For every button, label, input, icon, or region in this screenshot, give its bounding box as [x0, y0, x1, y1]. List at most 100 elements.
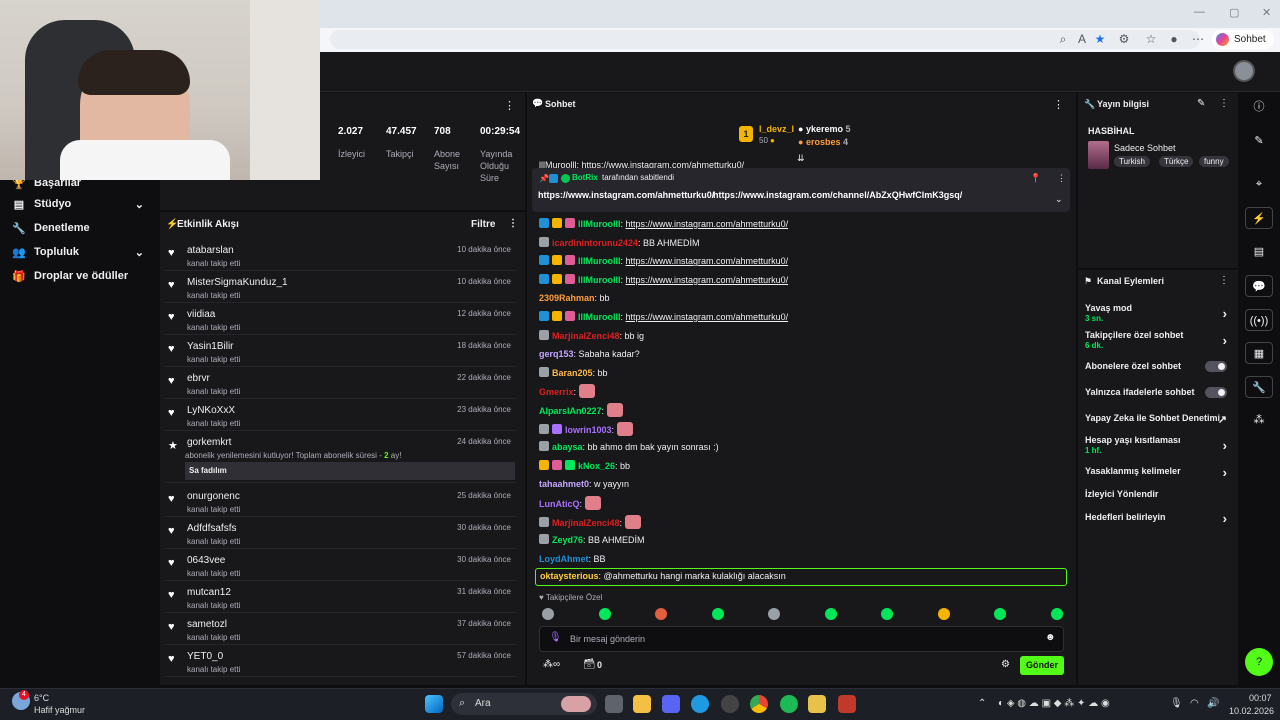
- chat-username[interactable]: tahaahmet0: [539, 479, 589, 489]
- community-icon[interactable]: ⁂: [1245, 409, 1273, 431]
- lightning-icon[interactable]: ⚡: [1245, 207, 1273, 229]
- edit-icon[interactable]: ✎: [1197, 98, 1205, 109]
- emote-icon[interactable]: [824, 608, 837, 620]
- chat-username[interactable]: LoydAhmet: [539, 554, 589, 564]
- chat-username[interactable]: lllMuroolll: [578, 275, 621, 285]
- chat-username[interactable]: Baran205: [552, 368, 593, 378]
- send-button[interactable]: Gönder: [1020, 656, 1064, 675]
- more-icon[interactable]: ⋮: [1053, 98, 1064, 111]
- activity-user[interactable]: 0643vee: [187, 555, 225, 566]
- file-explorer-icon[interactable]: [633, 695, 651, 713]
- wifi-icon[interactable]: ◠: [1190, 698, 1199, 709]
- chat-link[interactable]: https://www.instagram.com/ahmetturku0/: [626, 275, 789, 285]
- clock-date[interactable]: 10.02.2026: [1229, 706, 1274, 716]
- leaderboard-first[interactable]: l_devz_l: [759, 124, 794, 134]
- more-icon[interactable]: ⋮: [1219, 98, 1229, 109]
- list-item[interactable]: ♥ LyNKoXxX kanalı takip etti 23 dakika önce: [165, 401, 517, 431]
- list-item[interactable]: ♥ viidiaa kanalı takip etti 12 dakika önce: [165, 305, 517, 335]
- activity-user[interactable]: gorkemkrt: [187, 437, 231, 448]
- chat-username[interactable]: lllMuroolll: [578, 312, 621, 322]
- windows-start-icon[interactable]: [425, 695, 443, 713]
- sidebar-item-moderation[interactable]: 🔧 Denetleme: [12, 217, 152, 239]
- clip-icon[interactable]: ⌖: [1245, 173, 1273, 195]
- channel-action-item[interactable]: Hesap yaşı kısıtlaması 1 hf. ›: [1085, 435, 1235, 455]
- leaderboard-third-row[interactable]: ● erosbes 4: [798, 137, 848, 147]
- leaderboard-second-row[interactable]: ● ykeremo 5: [798, 124, 851, 134]
- category-thumbnail[interactable]: [1088, 141, 1109, 169]
- chat-username[interactable]: Zeyd76: [552, 535, 583, 545]
- list-item[interactable]: ♥ 0643vee kanalı takip etti 30 dakika önce: [165, 551, 517, 581]
- list-item[interactable]: ♥ MisterSigmaKunduz_1 kanalı takip etti 10 …: [165, 273, 517, 303]
- gift-box-icon[interactable]: 🗃: [583, 659, 596, 670]
- emote-icon[interactable]: [1050, 608, 1063, 620]
- edit-icon[interactable]: ✎: [1245, 130, 1273, 152]
- settings-gear-icon[interactable]: ⚙: [1001, 659, 1010, 670]
- emote-icon[interactable]: [598, 608, 611, 620]
- list-item[interactable]: ♥ ebrvr kanalı takip etti 22 dakika önce: [165, 369, 517, 399]
- document-icon[interactable]: ▤: [1245, 241, 1273, 263]
- chat-username[interactable]: LunAticQ: [539, 499, 580, 509]
- clock-time[interactable]: 00:07: [1249, 693, 1272, 703]
- sidebar-item-drops[interactable]: 🎁 Droplar ve ödüller: [12, 265, 152, 287]
- volume-icon[interactable]: 🔊: [1207, 698, 1219, 709]
- chat-username[interactable]: MarjinalZenci48: [552, 331, 620, 341]
- maximize-icon[interactable]: ▢: [1229, 6, 1239, 19]
- edge-icon[interactable]: [691, 695, 709, 713]
- broadcast-icon[interactable]: ((•)): [1245, 309, 1273, 331]
- channel-action-item[interactable]: İzleyici Yönlendir: [1085, 489, 1235, 499]
- emote-icon[interactable]: [655, 608, 667, 620]
- activity-user[interactable]: mutcan12: [187, 587, 231, 598]
- channel-action-item[interactable]: Yalnızca ifadelerle sohbet: [1085, 387, 1235, 398]
- tag-chip[interactable]: funny: [1199, 156, 1229, 167]
- app-icon[interactable]: [721, 695, 739, 713]
- activity-user[interactable]: LyNKoXxX: [187, 405, 235, 416]
- emote-icon[interactable]: [937, 608, 950, 620]
- list-item[interactable]: ♥ sametozl kanalı takip etti 37 dakika önce: [165, 615, 517, 645]
- emote-icon[interactable]: [711, 608, 724, 620]
- pinned-link-1[interactable]: https://www.instagram.com/ahmetturku0/: [538, 190, 714, 200]
- taskbar-search[interactable]: ⌕ Ara: [451, 693, 597, 715]
- list-item[interactable]: ♥ mutcan12 kanalı takip etti 31 dakika önce: [165, 583, 517, 613]
- help-icon[interactable]: ?: [1245, 648, 1273, 676]
- channel-action-item[interactable]: Yasaklanmış kelimeler ›: [1085, 465, 1235, 480]
- more-icon[interactable]: ⋮: [504, 99, 515, 112]
- chat-username[interactable]: 2309Rahman: [539, 293, 595, 303]
- chat-username[interactable]: lllMuroolll: [578, 219, 621, 229]
- chat-input[interactable]: 🎙 Bir mesaj gönderin ☻: [539, 626, 1064, 652]
- layout-icon[interactable]: ▦: [1245, 342, 1273, 364]
- pinned-link-2[interactable]: https://www.instagram.com/channel/AbZxQH…: [713, 190, 962, 200]
- tag-chip[interactable]: Turkish: [1114, 156, 1150, 167]
- notes-icon[interactable]: [808, 695, 826, 713]
- favorite-star-icon[interactable]: ★: [1092, 31, 1108, 47]
- sidebar-item-community[interactable]: 👥 Topluluk ⌄: [12, 241, 152, 263]
- wrench-icon[interactable]: 🔧: [1245, 376, 1273, 398]
- chat-username[interactable]: lowrin1003: [565, 425, 612, 435]
- chevron-down-icon[interactable]: ⌄: [1055, 194, 1063, 205]
- chat-username[interactable]: Gmerrix: [539, 387, 574, 397]
- spotify-icon[interactable]: [780, 695, 798, 713]
- highlight-user[interactable]: oktaysterious: [540, 571, 599, 581]
- activity-user[interactable]: ebrvr: [187, 373, 210, 384]
- activity-user[interactable]: MisterSigmaKunduz_1: [187, 277, 288, 288]
- sidebar-item-studio[interactable]: ▤ Stüdyo ⌄: [12, 193, 152, 215]
- chat-link[interactable]: https://www.instagram.com/ahmetturku0/: [626, 256, 789, 266]
- toggle-switch[interactable]: [1205, 361, 1227, 372]
- shield-app-icon[interactable]: [838, 695, 856, 713]
- chrome-icon[interactable]: [750, 695, 768, 713]
- list-item[interactable]: ♥ Yasin1Bilir kanalı takip etti 18 dakika ö…: [165, 337, 517, 367]
- profile-icon[interactable]: ●: [1166, 31, 1182, 47]
- chat-username[interactable]: MarjinalZenci48: [552, 518, 620, 528]
- list-item-subscription[interactable]: ★ gorkemkrt 24 dakika önce abonelik yenilem…: [165, 433, 517, 483]
- unpin-icon[interactable]: 📍: [1030, 173, 1041, 184]
- mic-icon[interactable]: 🎙: [549, 632, 562, 643]
- activity-user[interactable]: Adfdfsafsfs: [187, 523, 236, 534]
- minimize-icon[interactable]: —: [1194, 6, 1205, 18]
- channel-action-item[interactable]: Yapay Zeka ile Sohbet Denetimi ↗: [1085, 413, 1235, 426]
- category-name[interactable]: Sadece Sohbet: [1114, 143, 1176, 153]
- extensions-icon[interactable]: ⚙: [1116, 31, 1132, 47]
- more-icon[interactable]: ⋮: [1219, 275, 1229, 286]
- more-icon[interactable]: ⋮: [1057, 173, 1066, 184]
- list-item[interactable]: ♥ YET0_0 kanalı takip etti 57 dakika önce: [165, 647, 517, 677]
- chat-link[interactable]: https://www.instagram.com/ahmetturku0/: [626, 219, 789, 229]
- copilot-button[interactable]: Sohbet et: [1212, 30, 1274, 64]
